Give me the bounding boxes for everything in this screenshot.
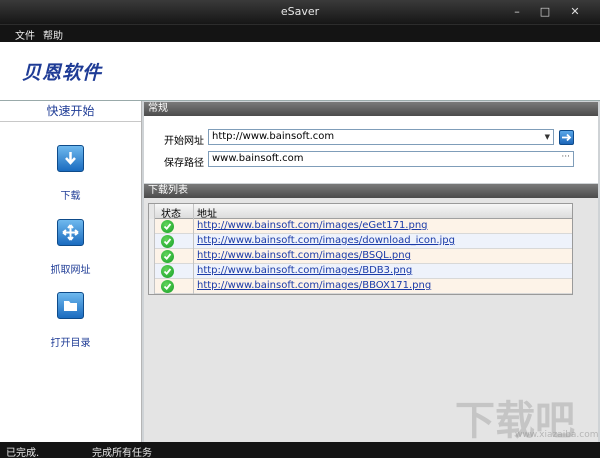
- row-selector[interactable]: [149, 219, 155, 234]
- close-button[interactable]: ✕: [566, 4, 584, 20]
- column-status[interactable]: 状态: [161, 205, 181, 220]
- download-url-link[interactable]: http://www.bainsoft.com/images/eGet171.p…: [197, 220, 428, 231]
- open-folder-button[interactable]: 打开目录: [0, 292, 141, 362]
- crawl-icon: [57, 219, 84, 246]
- status-message: 完成所有任务: [92, 448, 152, 458]
- general-section-header: 常规: [144, 102, 598, 116]
- column-divider: [193, 264, 194, 279]
- column-url[interactable]: 地址: [197, 205, 217, 220]
- check-icon: [161, 265, 174, 278]
- brand-logo-text: 贝恩软件: [22, 62, 103, 84]
- table-body: http://www.bainsoft.com/images/eGet171.p…: [149, 219, 572, 294]
- check-icon: [161, 235, 174, 248]
- general-section: 开始网址 http://www.bainsoft.com ▼ 保存路径 www.…: [144, 116, 598, 183]
- download-label: 下载: [60, 191, 81, 202]
- menu-help[interactable]: 帮助: [43, 27, 63, 42]
- folder-icon: [57, 292, 84, 319]
- crawl-url-button[interactable]: 抓取网址: [0, 219, 141, 289]
- download-url-link[interactable]: http://www.bainsoft.com/images/BBOX171.p…: [197, 280, 431, 291]
- go-button[interactable]: [559, 130, 574, 145]
- start-url-label: 开始网址: [164, 136, 204, 147]
- row-selector[interactable]: [149, 279, 155, 294]
- column-divider: [193, 234, 194, 249]
- column-divider: [193, 204, 194, 219]
- column-divider: [193, 219, 194, 234]
- row-selector[interactable]: [149, 249, 155, 264]
- download-icon: [57, 145, 84, 172]
- open-folder-label: 打开目录: [50, 338, 91, 349]
- row-selector[interactable]: [149, 264, 155, 279]
- table-row[interactable]: http://www.bainsoft.com/images/BDB3.png: [149, 264, 572, 279]
- quick-start-sidebar: 快速开始 下载 抓取网址 打开目录: [0, 101, 142, 442]
- download-list-header: 下载列表: [144, 184, 598, 198]
- crawl-url-label: 抓取网址: [50, 265, 91, 276]
- check-icon: [161, 280, 174, 293]
- status-bar: 已完成. 完成所有任务: [0, 442, 600, 458]
- menu-bar: 文件 帮助: [0, 24, 600, 42]
- download-url-link[interactable]: http://www.bainsoft.com/images/BDB3.png: [197, 265, 412, 276]
- check-icon: [161, 220, 174, 233]
- minimize-button[interactable]: –: [508, 4, 526, 20]
- save-path-label: 保存路径: [164, 158, 204, 169]
- browse-button[interactable]: ···: [561, 150, 570, 164]
- quick-start-heading: 快速开始: [0, 101, 141, 122]
- download-url-link[interactable]: http://www.bainsoft.com/images/BSQL.png: [197, 250, 411, 261]
- download-table: 状态 地址 http://www.bainsoft.com/images/eGe…: [148, 203, 573, 295]
- status-text: 已完成.: [6, 448, 40, 458]
- download-url-link[interactable]: http://www.bainsoft.com/images/download_…: [197, 235, 455, 246]
- check-icon: [161, 250, 174, 263]
- watermark-url: www.xiazaiba.com: [515, 430, 599, 440]
- column-divider: [193, 279, 194, 294]
- banner: 贝恩软件: [0, 42, 600, 101]
- table-header: 状态 地址: [149, 204, 572, 220]
- start-url-value: http://www.bainsoft.com: [212, 131, 335, 142]
- menu-file[interactable]: 文件: [15, 27, 35, 42]
- save-path-field[interactable]: www.bainsoft.com ···: [208, 151, 574, 167]
- row-selector[interactable]: [149, 234, 155, 249]
- maximize-button[interactable]: □: [536, 4, 554, 20]
- table-row[interactable]: http://www.bainsoft.com/images/BSQL.png: [149, 249, 572, 264]
- table-row[interactable]: http://www.bainsoft.com/images/download_…: [149, 234, 572, 249]
- watermark-logo: 下载吧 www.xiazaiba.com: [455, 388, 599, 444]
- table-row[interactable]: http://www.bainsoft.com/images/eGet171.p…: [149, 219, 572, 234]
- save-path-value: www.bainsoft.com: [212, 153, 304, 164]
- title-bar: eSaver – □ ✕: [0, 0, 600, 24]
- arrow-right-icon: [562, 133, 572, 142]
- column-divider: [193, 249, 194, 264]
- row-selector-header: [149, 204, 155, 219]
- download-button[interactable]: 下载: [0, 145, 141, 215]
- start-url-combobox[interactable]: http://www.bainsoft.com ▼: [208, 129, 554, 145]
- table-row[interactable]: http://www.bainsoft.com/images/BBOX171.p…: [149, 279, 572, 294]
- chevron-down-icon[interactable]: ▼: [545, 130, 550, 144]
